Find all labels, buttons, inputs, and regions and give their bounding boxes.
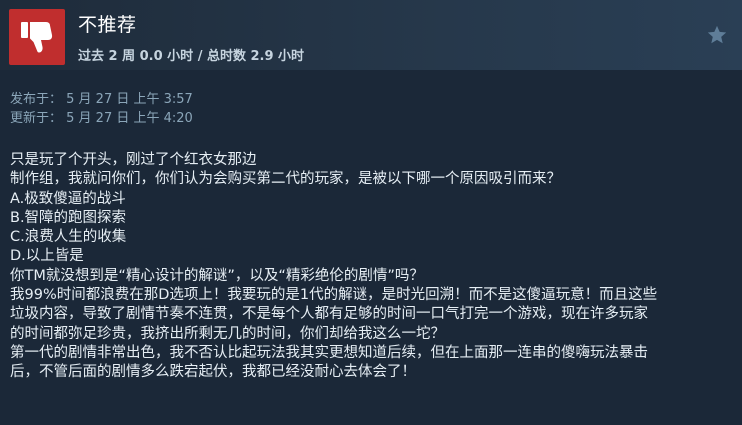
review-line: 我99%时间都浪费在那D选项上！我要玩的是1代的解谜，是时光回溯！而不是这傻逼玩… — [10, 287, 658, 304]
review-verdict: 不推荐 — [78, 14, 137, 36]
review-line: 只是玩了个开头，刚过了个红衣女那边 — [10, 152, 257, 168]
playtime-summary: 过去 2 周 0.0 小时 / 总时数 2.9 小时 — [78, 49, 305, 64]
posted-date: 发布于： 5 月 27 日 上午 3:57 — [10, 92, 193, 107]
thumbs-down-icon — [21, 22, 53, 53]
not-recommended-badge — [9, 9, 65, 65]
review-line: A.极致傻逼的战斗 — [10, 190, 126, 207]
review-header: 不推荐 过去 2 周 0.0 小时 / 总时数 2.9 小时 — [0, 0, 742, 70]
review-line: 你TM就没想到是“精心设计的解谜”，以及“精彩绝伦的剧情”吗？ — [10, 267, 424, 284]
review-line: D.以上皆是 — [10, 248, 84, 265]
review-line: C.浪费人生的收集 — [10, 229, 127, 246]
review-body: 只是玩了个开头，刚过了个红衣女那边 制作组，我就问你们，你们认为会购买第二代的玩… — [10, 151, 734, 383]
review-line: 垃圾内容，导致了剧情节奏不连贯，不是每个人都有足够的时间一口气打完一个游戏，现在… — [10, 306, 648, 323]
award-star-button[interactable] — [706, 24, 728, 46]
review-line: 后，不管后面的剧情多么跌宕起伏，我都已经没耐心去体会了！ — [10, 364, 416, 381]
star-icon — [707, 25, 727, 44]
review-line: 制作组，我就问你们，你们认为会购买第二代的玩家，是被以下哪一个原因吸引而来？ — [10, 171, 561, 188]
review-line: 第一代的剧情非常出色，我不否认比起玩法我其实更想知道后续，但在上面那一连串的傻嗨… — [10, 344, 648, 361]
review-line: B.智障的跑图探索 — [10, 209, 127, 226]
updated-date: 更新于： 5 月 27 日 上午 4:20 — [10, 111, 193, 126]
review-dates: 发布于： 5 月 27 日 上午 3:57 更新于： 5 月 27 日 上午 4… — [10, 90, 193, 128]
review-line: 的时间都弥足珍贵，我挤出所剩无几的时间，你们却给我这么一坨？ — [10, 325, 445, 342]
